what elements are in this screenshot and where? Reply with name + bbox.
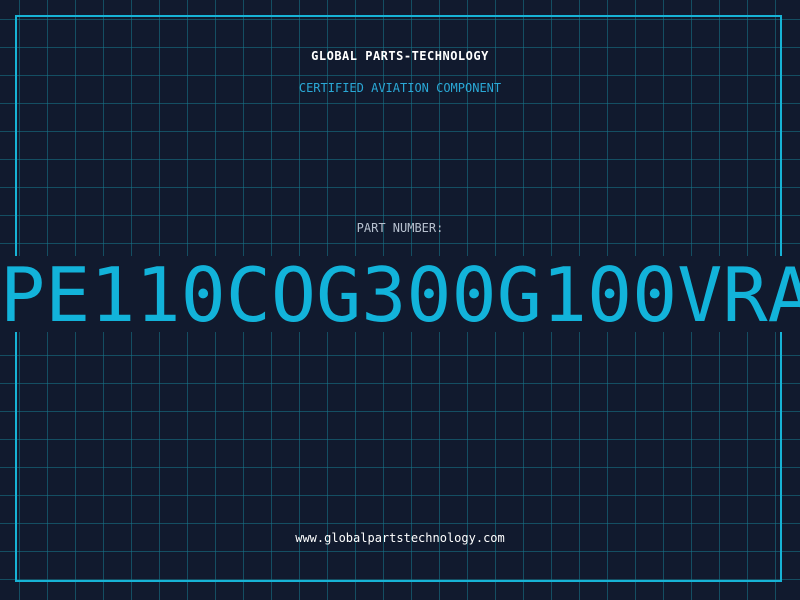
part-card: GLOBAL PARTS-TECHNOLOGY CERTIFIED AVIATI… [0, 0, 800, 600]
part-number-label: PART NUMBER: [356, 221, 444, 235]
part-number-value: PE110COG300G100VRAD [0, 251, 800, 339]
certification-tagline: CERTIFIED AVIATION COMPONENT [298, 81, 502, 95]
website-link[interactable]: www.globalpartstechnology.com [0, 531, 800, 545]
brand-title: GLOBAL PARTS-TECHNOLOGY [311, 49, 489, 63]
